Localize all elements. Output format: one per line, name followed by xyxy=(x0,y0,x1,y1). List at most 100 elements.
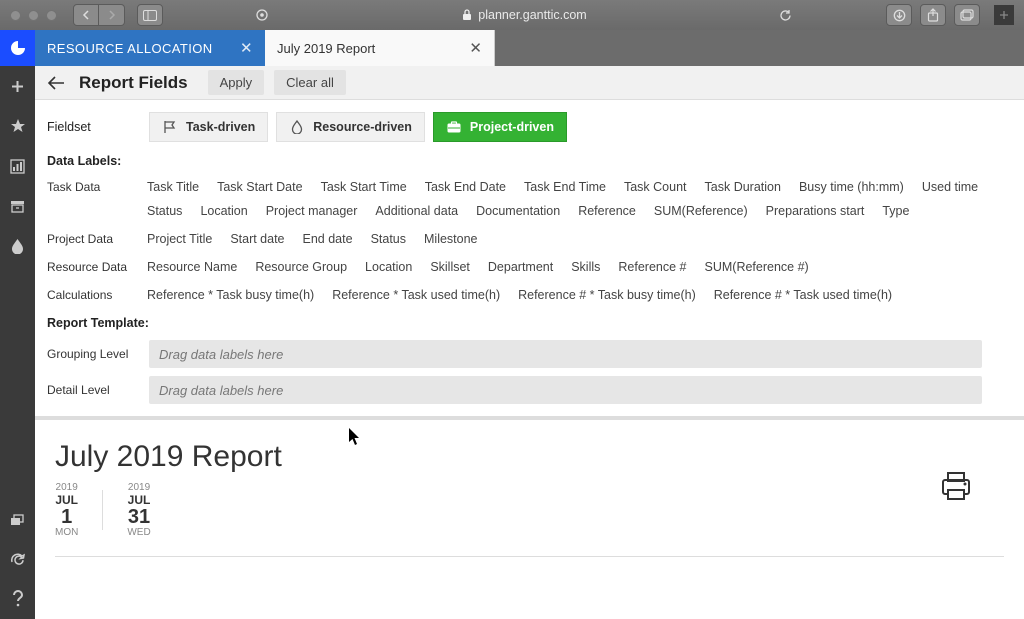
data-labels-title: Data Labels: xyxy=(47,154,1012,168)
sidebar-drop-icon[interactable] xyxy=(0,226,35,266)
print-button[interactable] xyxy=(938,470,974,502)
back-button[interactable] xyxy=(43,70,69,96)
data-label-tag[interactable]: Task Count xyxy=(622,178,689,196)
data-label-tag[interactable]: Resource Group xyxy=(253,258,349,276)
report-title: July 2019 Report xyxy=(55,440,1004,474)
data-label-tag[interactable]: Reference # xyxy=(616,258,688,276)
year: 2019 xyxy=(127,482,150,493)
tab-label: RESOURCE ALLOCATION xyxy=(47,41,213,56)
fieldset-resource-button[interactable]: Resource-driven xyxy=(276,112,425,142)
traffic-zoom[interactable] xyxy=(46,10,57,21)
data-label-tag[interactable]: Reference # * Task busy time(h) xyxy=(516,286,698,304)
resource-data-label: Resource Data xyxy=(47,258,131,274)
data-label-tag[interactable]: Additional data xyxy=(373,202,460,220)
month: JUL xyxy=(55,493,78,507)
fieldset-project-button[interactable]: Project-driven xyxy=(433,112,567,142)
traffic-close[interactable] xyxy=(10,10,21,21)
calculations-label: Calculations xyxy=(47,286,131,302)
traffic-minimize[interactable] xyxy=(28,10,39,21)
app-logo[interactable] xyxy=(0,30,35,66)
data-label-tag[interactable]: Department xyxy=(486,258,555,276)
data-label-tag[interactable]: Reference # * Task used time(h) xyxy=(712,286,894,304)
fieldset-row: Fieldset Task-driven Resource-driven xyxy=(47,112,1012,142)
browser-url-bar[interactable]: planner.ganttic.com xyxy=(251,4,798,26)
fieldset-task-button[interactable]: Task-driven xyxy=(149,112,268,142)
lock-icon xyxy=(462,9,472,21)
data-label-tag[interactable]: Reference xyxy=(576,202,638,220)
download-icon[interactable] xyxy=(886,4,912,26)
data-label-tag[interactable]: Type xyxy=(880,202,911,220)
browser-chrome: planner.ganttic.com xyxy=(0,0,1024,30)
grouping-dropzone[interactable]: Drag data labels here xyxy=(149,340,982,368)
day: 1 xyxy=(55,507,78,527)
data-label-tag[interactable]: End date xyxy=(301,230,355,248)
date-separator xyxy=(102,490,103,530)
browser-forward-button[interactable] xyxy=(99,4,125,26)
sidebar-archive-icon[interactable] xyxy=(0,186,35,226)
app-sidebar xyxy=(0,30,35,619)
data-label-tag[interactable]: Used time xyxy=(920,178,980,196)
sidebar-import-icon[interactable] xyxy=(0,499,35,539)
data-label-tag[interactable]: Preparations start xyxy=(764,202,867,220)
data-label-tag[interactable]: Location xyxy=(363,258,414,276)
data-label-tag[interactable]: Reference * Task used time(h) xyxy=(330,286,502,304)
data-label-tag[interactable]: Busy time (hh:mm) xyxy=(797,178,906,196)
clear-all-button[interactable]: Clear all xyxy=(274,70,346,95)
data-label-tag[interactable]: Task End Date xyxy=(423,178,508,196)
data-label-tag[interactable]: Skillset xyxy=(428,258,472,276)
data-label-tag[interactable]: SUM(Reference) xyxy=(652,202,750,220)
detail-dropzone[interactable]: Drag data labels here xyxy=(149,376,982,404)
fieldset-label: Fieldset xyxy=(47,120,131,134)
share-icon[interactable] xyxy=(920,4,946,26)
new-tab-button[interactable] xyxy=(994,5,1014,25)
sidebar-chart-icon[interactable] xyxy=(0,146,35,186)
fieldset-task-label: Task-driven xyxy=(186,120,255,134)
fieldset-resource-label: Resource-driven xyxy=(313,120,412,134)
sidebar-help-icon[interactable] xyxy=(0,579,35,619)
apply-button[interactable]: Apply xyxy=(208,70,265,95)
tab-report[interactable]: July 2019 Report ✕ xyxy=(265,30,495,66)
tab-resource-allocation[interactable]: RESOURCE ALLOCATION ✕ xyxy=(35,30,265,66)
browser-sidebar-button[interactable] xyxy=(137,4,163,26)
browser-back-button[interactable] xyxy=(73,4,99,26)
task-data-label: Task Data xyxy=(47,178,131,194)
browser-right-icons xyxy=(886,4,980,26)
detail-level-label: Detail Level xyxy=(47,383,139,397)
data-label-tag[interactable]: Location xyxy=(198,202,249,220)
data-label-tag[interactable]: Skills xyxy=(569,258,602,276)
data-label-tag[interactable]: Task Start Date xyxy=(215,178,304,196)
dropzone-placeholder: Drag data labels here xyxy=(159,383,283,398)
sidebar-settings-icon[interactable] xyxy=(0,539,35,579)
data-label-tag[interactable]: Task Duration xyxy=(703,178,783,196)
sidebar-add-icon[interactable] xyxy=(0,66,35,106)
url-text: planner.ganttic.com xyxy=(478,8,586,22)
close-icon[interactable]: ✕ xyxy=(469,39,482,57)
data-label-tag[interactable]: Project manager xyxy=(264,202,360,220)
data-label-tag[interactable]: Task Title xyxy=(145,178,201,196)
reader-icon xyxy=(255,8,269,22)
calculations-tags: Reference * Task busy time(h) Reference *… xyxy=(145,286,1012,304)
data-label-tag[interactable]: Milestone xyxy=(422,230,480,248)
flag-icon xyxy=(162,119,178,135)
data-label-tag[interactable]: Documentation xyxy=(474,202,562,220)
briefcase-icon xyxy=(446,119,462,135)
task-data-tags: Task Title Task Start Date Task Start Time… xyxy=(145,178,1012,220)
resource-data-tags: Resource Name Resource Group Location Skill… xyxy=(145,258,1012,276)
tabs-icon[interactable] xyxy=(954,4,980,26)
report-template-title: Report Template: xyxy=(47,316,1012,330)
close-icon[interactable]: ✕ xyxy=(240,39,253,57)
data-label-tag[interactable]: Reference * Task busy time(h) xyxy=(145,286,316,304)
data-label-tag[interactable]: Task End Time xyxy=(522,178,608,196)
month: JUL xyxy=(127,493,150,507)
data-label-tag[interactable]: Start date xyxy=(228,230,286,248)
data-label-tag[interactable]: Task Start Time xyxy=(319,178,409,196)
refresh-icon[interactable] xyxy=(779,9,792,22)
data-label-tag[interactable]: SUM(Reference #) xyxy=(703,258,811,276)
sidebar-star-icon[interactable] xyxy=(0,106,35,146)
data-label-tag[interactable]: Status xyxy=(145,202,184,220)
data-label-tag[interactable]: Resource Name xyxy=(145,258,239,276)
app-tabs: RESOURCE ALLOCATION ✕ July 2019 Report ✕ xyxy=(35,30,1024,66)
data-label-tag[interactable]: Status xyxy=(369,230,408,248)
data-label-tag[interactable]: Project Title xyxy=(145,230,214,248)
dropzone-placeholder: Drag data labels here xyxy=(159,347,283,362)
